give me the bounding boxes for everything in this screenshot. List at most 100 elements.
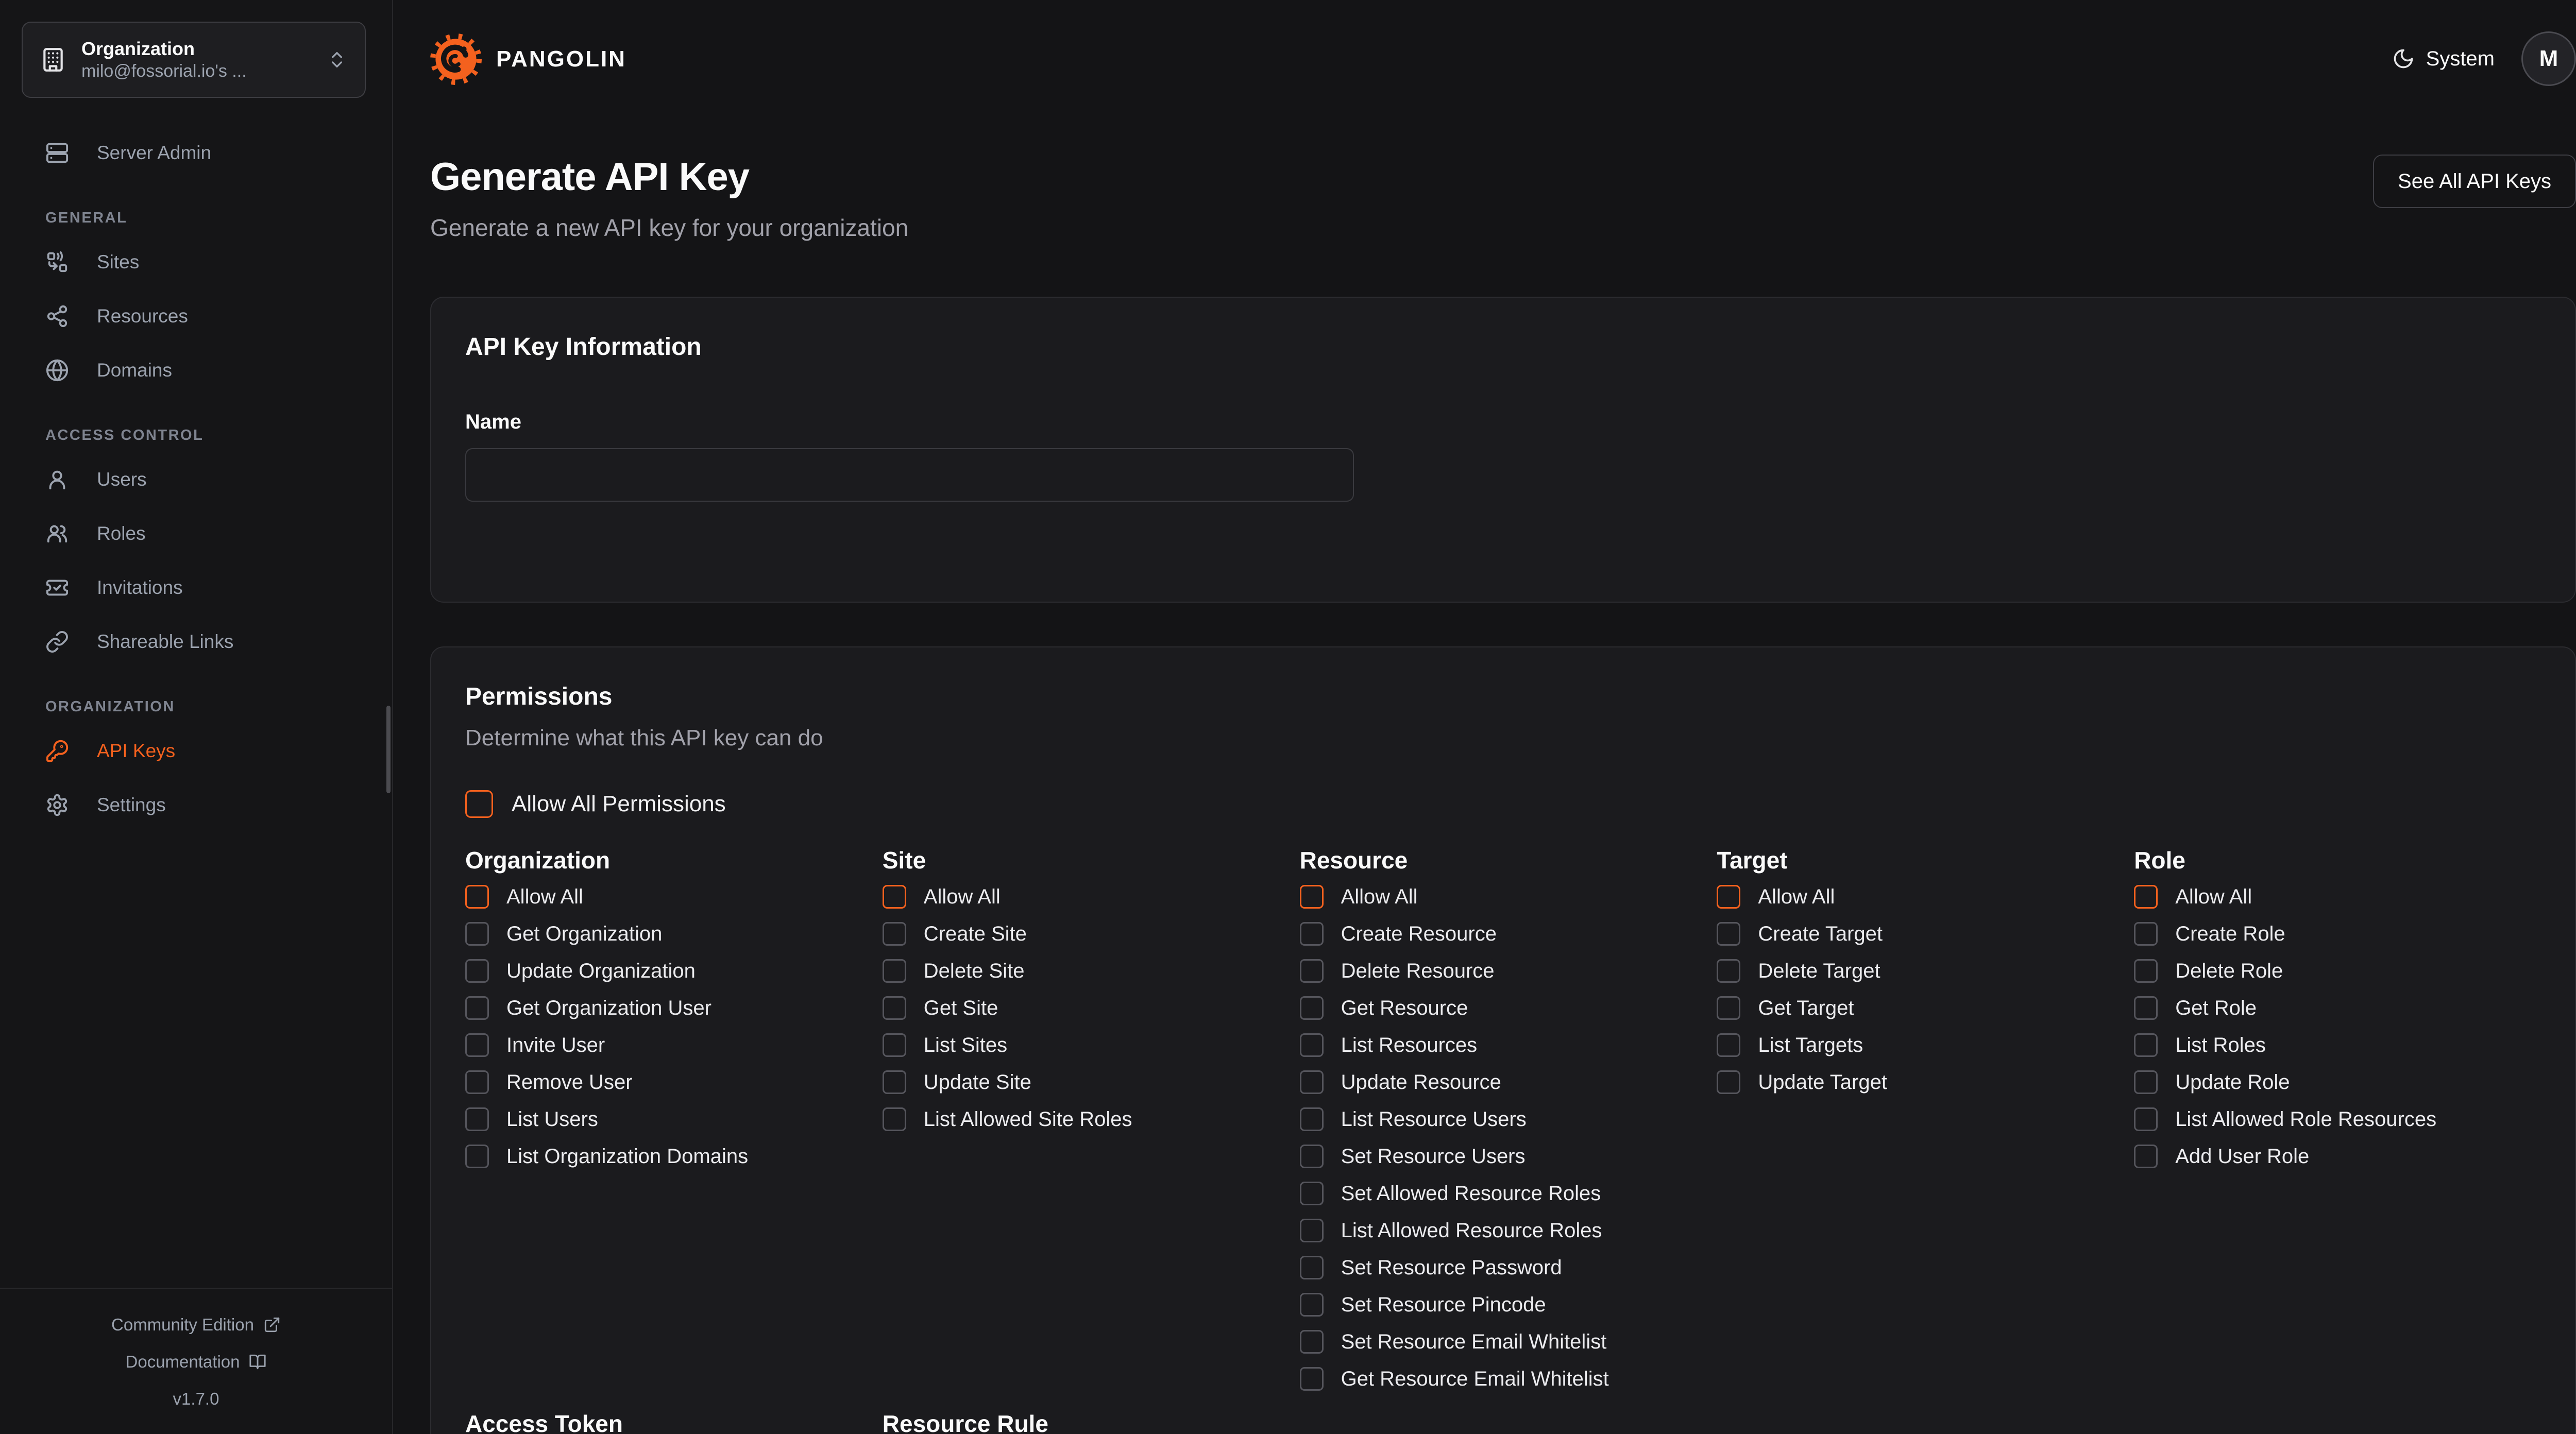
name-input[interactable] [465, 448, 1354, 502]
permission-option-label[interactable]: Update Organization [506, 960, 696, 983]
theme-toggle[interactable]: System [2392, 47, 2495, 71]
checkbox-site-list-allowed-site-roles[interactable] [883, 1107, 906, 1131]
permission-option-label[interactable]: Allow All [924, 885, 1001, 909]
checkbox-role-list-roles[interactable] [2134, 1033, 2158, 1057]
permission-option-label[interactable]: Create Role [2175, 923, 2285, 946]
permission-option-label[interactable]: Set Resource Users [1341, 1145, 1526, 1168]
sidebar-scrollbar-thumb[interactable] [386, 706, 391, 793]
permission-option-label[interactable]: Allow All [1758, 885, 1835, 909]
checkbox-resource-list-resource-users[interactable] [1300, 1107, 1324, 1131]
avatar[interactable]: M [2521, 31, 2576, 86]
permission-option-label[interactable]: Allow All [2175, 885, 2252, 909]
checkbox-target-list-targets[interactable] [1717, 1033, 1740, 1057]
permission-option-label[interactable]: Set Resource Pincode [1341, 1293, 1546, 1317]
permission-option-label[interactable]: List Organization Domains [506, 1145, 748, 1168]
allow-all-permissions-checkbox[interactable] [465, 790, 493, 818]
permission-option-label[interactable]: Get Site [924, 997, 998, 1020]
checkbox-target-allow-all[interactable] [1717, 885, 1740, 909]
checkbox-resource-update-resource[interactable] [1300, 1070, 1324, 1094]
permission-option-label[interactable]: Get Role [2175, 997, 2257, 1020]
permission-option-label[interactable]: List Roles [2175, 1034, 2266, 1057]
permission-option-label[interactable]: Add User Role [2175, 1145, 2309, 1168]
permission-option-label[interactable]: Get Target [1758, 997, 1854, 1020]
permission-option-label[interactable]: Get Resource [1341, 997, 1468, 1020]
checkbox-organization-get-organization[interactable] [465, 922, 489, 946]
checkbox-role-delete-role[interactable] [2134, 959, 2158, 983]
see-all-api-keys-button[interactable]: See All API Keys [2373, 155, 2576, 208]
checkbox-organization-allow-all[interactable] [465, 885, 489, 909]
checkbox-site-list-sites[interactable] [883, 1033, 906, 1057]
checkbox-organization-invite-user[interactable] [465, 1033, 489, 1057]
permission-option-label[interactable]: Update Resource [1341, 1071, 1501, 1094]
permission-option-label[interactable]: Create Target [1758, 923, 1883, 946]
sidebar-item-settings[interactable]: Settings [0, 778, 392, 832]
checkbox-organization-remove-user[interactable] [465, 1070, 489, 1094]
checkbox-resource-set-allowed-resource-roles[interactable] [1300, 1182, 1324, 1205]
checkbox-site-delete-site[interactable] [883, 959, 906, 983]
sidebar-item-shareable-links[interactable]: Shareable Links [0, 614, 392, 669]
permission-option-label[interactable]: Get Organization User [506, 997, 711, 1020]
permission-option-label[interactable]: Set Resource Email Whitelist [1341, 1330, 1607, 1354]
checkbox-target-update-target[interactable] [1717, 1070, 1740, 1094]
permission-option-label[interactable]: Update Role [2175, 1071, 2290, 1094]
checkbox-role-list-allowed-role-resources[interactable] [2134, 1107, 2158, 1131]
checkbox-target-get-target[interactable] [1717, 996, 1740, 1020]
permission-option-label[interactable]: List Resource Users [1341, 1108, 1527, 1131]
checkbox-resource-delete-resource[interactable] [1300, 959, 1324, 983]
permission-option-label[interactable]: Delete Resource [1341, 960, 1495, 983]
checkbox-resource-set-resource-pincode[interactable] [1300, 1293, 1324, 1317]
sidebar-item-roles[interactable]: Roles [0, 506, 392, 560]
checkbox-resource-get-resource-email-whitelist[interactable] [1300, 1367, 1324, 1391]
allow-all-permissions-label[interactable]: Allow All Permissions [512, 791, 726, 817]
sidebar-item-domains[interactable]: Domains [0, 343, 392, 397]
checkbox-role-create-role[interactable] [2134, 922, 2158, 946]
checkbox-role-allow-all[interactable] [2134, 885, 2158, 909]
checkbox-resource-list-resources[interactable] [1300, 1033, 1324, 1057]
permission-option-label[interactable]: Create Site [924, 923, 1027, 946]
sidebar-item-server-admin[interactable]: Server Admin [0, 126, 392, 180]
permission-option-label[interactable]: Allow All [1341, 885, 1418, 909]
documentation-link[interactable]: Documentation [126, 1343, 267, 1380]
permission-option-label[interactable]: Get Organization [506, 923, 662, 946]
organization-selector[interactable]: Organization milo@fossorial.io's ... [22, 22, 366, 98]
permission-option-label[interactable]: Set Allowed Resource Roles [1341, 1182, 1601, 1205]
checkbox-organization-list-users[interactable] [465, 1107, 489, 1131]
permission-option-label[interactable]: List Allowed Role Resources [2175, 1108, 2436, 1131]
permission-option-label[interactable]: List Targets [1758, 1034, 1863, 1057]
permission-option-label[interactable]: Invite User [506, 1034, 605, 1057]
permission-option-label[interactable]: List Allowed Site Roles [924, 1108, 1132, 1131]
checkbox-resource-get-resource[interactable] [1300, 996, 1324, 1020]
permission-option-label[interactable]: List Allowed Resource Roles [1341, 1219, 1602, 1242]
sidebar-item-invitations[interactable]: Invitations [0, 560, 392, 614]
checkbox-resource-allow-all[interactable] [1300, 885, 1324, 909]
permission-option-label[interactable]: Get Resource Email Whitelist [1341, 1368, 1609, 1391]
sidebar-item-users[interactable]: Users [0, 452, 392, 506]
permission-option-label[interactable]: Allow All [506, 885, 583, 909]
checkbox-organization-get-organization-user[interactable] [465, 996, 489, 1020]
permission-option-label[interactable]: Remove User [506, 1071, 633, 1094]
checkbox-site-get-site[interactable] [883, 996, 906, 1020]
sidebar-item-sites[interactable]: Sites [0, 235, 392, 289]
permission-option-label[interactable]: Create Resource [1341, 923, 1497, 946]
checkbox-target-delete-target[interactable] [1717, 959, 1740, 983]
permission-option-label[interactable]: List Sites [924, 1034, 1007, 1057]
checkbox-target-create-target[interactable] [1717, 922, 1740, 946]
sidebar-item-resources[interactable]: Resources [0, 289, 392, 343]
checkbox-organization-list-organization-domains[interactable] [465, 1145, 489, 1168]
permission-option-label[interactable]: List Resources [1341, 1034, 1478, 1057]
permission-option-label[interactable]: Set Resource Password [1341, 1256, 1562, 1279]
permission-option-label[interactable]: Delete Site [924, 960, 1025, 983]
checkbox-site-allow-all[interactable] [883, 885, 906, 909]
checkbox-resource-list-allowed-resource-roles[interactable] [1300, 1219, 1324, 1242]
checkbox-organization-update-organization[interactable] [465, 959, 489, 983]
checkbox-role-add-user-role[interactable] [2134, 1145, 2158, 1168]
permission-option-label[interactable]: List Users [506, 1108, 598, 1131]
checkbox-site-update-site[interactable] [883, 1070, 906, 1094]
permission-option-label[interactable]: Update Target [1758, 1071, 1887, 1094]
checkbox-resource-set-resource-password[interactable] [1300, 1256, 1324, 1279]
checkbox-site-create-site[interactable] [883, 922, 906, 946]
checkbox-resource-set-resource-users[interactable] [1300, 1145, 1324, 1168]
checkbox-role-update-role[interactable] [2134, 1070, 2158, 1094]
permission-option-label[interactable]: Delete Role [2175, 960, 2283, 983]
community-edition-link[interactable]: Community Edition [111, 1306, 281, 1343]
